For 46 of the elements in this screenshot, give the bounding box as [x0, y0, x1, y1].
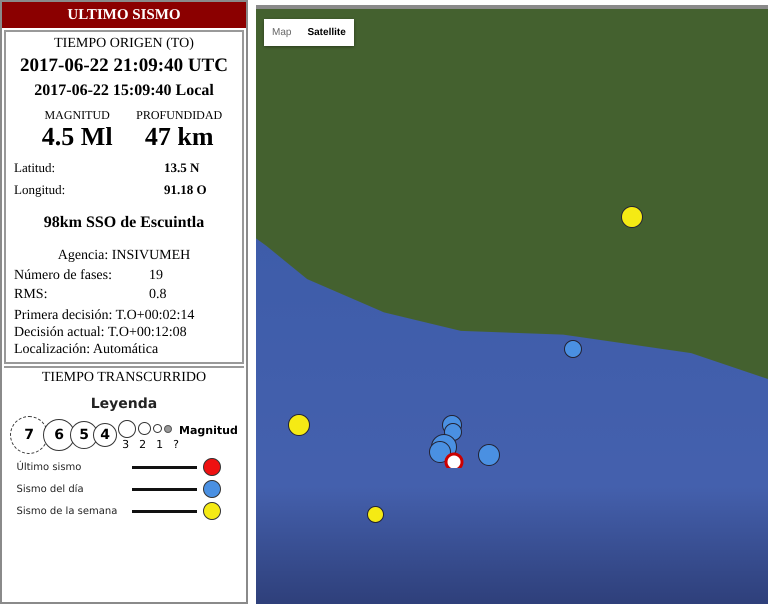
- magnitude-value: 4.5 Ml: [42, 123, 113, 150]
- depth-label: PROFUNDIDAD: [136, 108, 222, 123]
- local-time: 2017-06-22 15:09:40 Local: [33, 82, 215, 100]
- coordinate-label: Latitud:: [14, 160, 56, 176]
- elapsed-heading: TIEMPO TRANSCURRIDO: [42, 370, 206, 386]
- coordinate-value: 91.18 O: [164, 182, 208, 198]
- circle-icon: [138, 422, 152, 436]
- coordinate-label: Longitud:: [14, 182, 66, 198]
- utc-time: 2017-06-22 21:09:40 UTC: [19, 55, 229, 77]
- magnitude-number: 3: [122, 438, 130, 451]
- legend-label: Sismo del día: [16, 484, 85, 495]
- stat-value: 0.8: [149, 287, 168, 304]
- legend-line: [132, 488, 196, 491]
- magnitude-label: Magnitud: [179, 424, 238, 437]
- legend-title: Leyenda: [90, 396, 158, 412]
- depth-value: 47 km: [144, 123, 214, 150]
- decision-text: Primera decisión: T.O+00:02:14: [14, 307, 196, 324]
- origin-heading: TIEMPO ORIGEN (TO): [53, 36, 195, 52]
- legend-line: [132, 466, 196, 469]
- circle-icon: [153, 424, 162, 434]
- magnitude-number: 1: [156, 438, 164, 451]
- panel-title: ULTIMO SISMO: [2, 2, 246, 28]
- legend-line: [132, 510, 196, 513]
- stat-label: Número de fases:: [14, 268, 113, 284]
- unknown-magnitude-icon: [164, 424, 172, 433]
- stat-value: 19: [149, 268, 164, 284]
- earthquake-marker[interactable]: [564, 340, 582, 358]
- earthquake-marker[interactable]: [366, 506, 384, 522]
- stat-label: RMS:: [14, 287, 48, 304]
- decision-text: Localización: Automática: [14, 341, 160, 358]
- earthquake-marker[interactable]: [288, 414, 310, 436]
- map-type-tab[interactable]: Satellite: [299, 19, 354, 46]
- legend-label: Último sismo: [16, 462, 82, 473]
- agency-text: Agencia: INSIVUMEH: [56, 248, 192, 264]
- circle-icon: [118, 420, 136, 438]
- magnitude-number: ?: [173, 438, 180, 451]
- location-text: 98km SSO de Escuintla: [42, 214, 206, 232]
- legend-label: Sismo de la semana: [16, 506, 118, 517]
- magnitude-label: MAGNITUD: [44, 108, 110, 123]
- coordinate-value: 13.5 N: [164, 160, 200, 176]
- earthquake-marker[interactable]: [478, 444, 500, 466]
- decision-text: Decisión actual: T.O+00:12:08: [14, 324, 188, 342]
- map-type-tab[interactable]: Map: [264, 19, 300, 46]
- satellite-map[interactable]: Map Satellite: [256, 5, 768, 604]
- magnitude-number: 2: [139, 438, 146, 451]
- magnitude-circle: 4: [93, 423, 118, 448]
